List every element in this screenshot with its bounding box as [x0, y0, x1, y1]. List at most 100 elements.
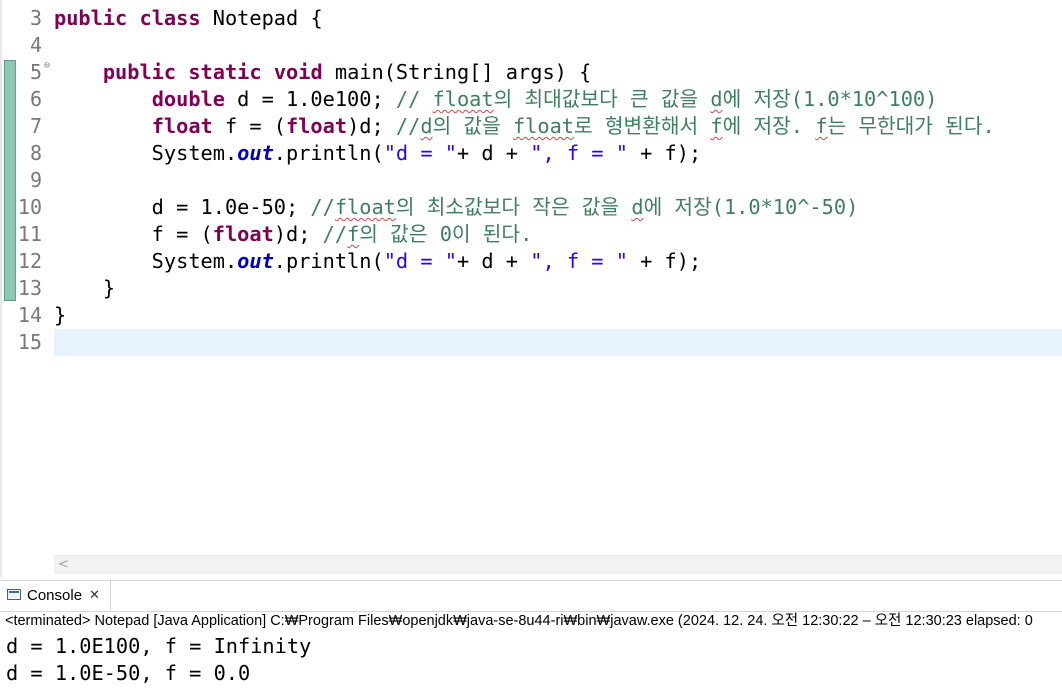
- code-token: //: [310, 195, 335, 219]
- code-token: d = 1.0e100;: [224, 87, 396, 111]
- code-line[interactable]: [54, 329, 1062, 356]
- code-token: main(String[] args) {: [322, 60, 592, 84]
- code-token: System.: [54, 141, 238, 165]
- line-number: 12: [17, 249, 42, 273]
- code-token: //: [322, 222, 348, 246]
- code-token: float: [286, 114, 348, 138]
- console-tab-label: Console: [27, 587, 83, 604]
- code-token: + f);: [627, 249, 702, 273]
- code-token: + d +: [456, 141, 531, 165]
- line-number: 6: [29, 87, 42, 111]
- line-number: 10: [17, 195, 42, 219]
- line-number: 15: [17, 330, 42, 354]
- code-token: .println(: [273, 141, 384, 165]
- code-token: float: [512, 114, 575, 138]
- code-token: .println(: [273, 249, 384, 273]
- code-token: class: [139, 6, 201, 30]
- fold-collapse-icon[interactable]: ⊖: [44, 61, 50, 71]
- code-token: Notepad {: [200, 6, 323, 30]
- code-line[interactable]: public class Notepad {: [54, 5, 1062, 32]
- code-token: }: [54, 276, 116, 300]
- code-token: "d = ": [383, 141, 457, 165]
- code-line[interactable]: }: [54, 302, 1062, 329]
- code-token: //: [395, 114, 421, 138]
- code-token: d: [631, 195, 644, 219]
- code-token: public: [102, 60, 177, 84]
- console-process-status: <terminated> Notepad [Java Application] …: [5, 613, 1033, 629]
- code-line[interactable]: f = (float)d; //f의 값은 0이 된다.: [54, 221, 1062, 248]
- code-line[interactable]: }: [54, 275, 1062, 302]
- code-token: 로 형변환해서: [574, 114, 711, 138]
- code-token: 의 최소값보다 작은 값을: [395, 195, 632, 219]
- code-editor[interactable]: 3 4 5 ⊖ 6 7 8 9 10 11 12 13 14 15 public class Notepa…: [0, 0, 1062, 577]
- code-token: ", f = ": [530, 141, 628, 165]
- code-token: 의 값은 0이 된다.: [359, 222, 533, 246]
- code-line[interactable]: [54, 32, 1062, 59]
- line-number: 13: [17, 276, 42, 300]
- tab-console[interactable]: Console ✕: [0, 581, 111, 610]
- line-number: 9: [29, 168, 42, 192]
- code-token: float: [151, 114, 213, 138]
- line-number: 4: [29, 33, 42, 57]
- code-token: f = (: [54, 222, 213, 246]
- code-token: + f);: [627, 141, 702, 165]
- code-line[interactable]: System.out.println("d = "+ d + ", f = " …: [54, 248, 1062, 275]
- code-token: d: [420, 114, 433, 138]
- code-line[interactable]: float f = (float)d; //d의 값을 float로 형변환해서…: [54, 113, 1062, 140]
- code-token: f: [347, 222, 360, 246]
- code-token: f: [710, 114, 723, 138]
- code-token: double: [151, 87, 225, 111]
- code-token: float: [432, 87, 494, 111]
- code-line[interactable]: System.out.println("d = "+ d + ", f = " …: [54, 140, 1062, 167]
- code-token: 에 저장(1.0*10^-50): [643, 195, 859, 219]
- line-number: 11: [17, 222, 42, 246]
- code-token: static: [188, 60, 262, 84]
- code-token: 에 저장.: [722, 114, 816, 138]
- line-number: 3: [29, 6, 42, 30]
- code-token: + d +: [456, 249, 531, 273]
- code-area[interactable]: public class Notepad { public static voi…: [54, 5, 1062, 356]
- close-icon[interactable]: ✕: [89, 581, 100, 611]
- code-token: )d;: [347, 114, 396, 138]
- code-token: f: [815, 114, 828, 138]
- code-token: //: [395, 87, 433, 111]
- code-token: System.: [54, 249, 238, 273]
- code-token: f = (: [212, 114, 287, 138]
- code-line[interactable]: d = 1.0e-50; //float의 최소값보다 작은 값을 d에 저장(…: [54, 194, 1062, 221]
- scroll-left-arrow-icon[interactable]: <: [58, 556, 69, 574]
- code-token: 의 값을: [432, 114, 513, 138]
- console-output-line: d = 1.0E-50, f = 0.0: [6, 661, 251, 685]
- console-output-line: d = 1.0E100, f = Infinity: [6, 634, 312, 658]
- code-token: d: [710, 87, 723, 111]
- line-number-gutter[interactable]: 3 4 5 ⊖ 6 7 8 9 10 11 12 13 14 15: [0, 5, 50, 356]
- code-line[interactable]: public static void main(String[] args) {: [54, 59, 1062, 86]
- horizontal-scrollbar[interactable]: <: [54, 555, 1062, 574]
- code-token: out: [237, 141, 274, 165]
- line-number: 7: [29, 114, 42, 138]
- code-token: )d;: [273, 222, 323, 246]
- code-token: ", f = ": [530, 249, 628, 273]
- line-number: 8: [29, 141, 42, 165]
- code-line[interactable]: double d = 1.0e100; // float의 최대값보다 큰 값을…: [54, 86, 1062, 113]
- code-token: out: [237, 249, 274, 273]
- code-line[interactable]: [54, 167, 1062, 194]
- code-token: "d = ": [383, 249, 457, 273]
- line-number: 14: [17, 303, 42, 327]
- code-token: 는 무한대가 된다.: [827, 114, 995, 138]
- code-token: }: [54, 303, 67, 327]
- console-output[interactable]: d = 1.0E100, f = Infinity d = 1.0E-50, f …: [6, 633, 1062, 687]
- code-token: float: [212, 222, 274, 246]
- code-token: void: [273, 60, 323, 84]
- line-number: 5 ⊖: [29, 60, 50, 84]
- code-token: 의 최대값보다 큰 값을: [493, 87, 711, 111]
- console-view-header: Console ✕: [0, 580, 1062, 612]
- console-icon: [7, 589, 21, 600]
- code-token: float: [334, 195, 396, 219]
- code-token: 에 저장(1.0*10^100): [722, 87, 938, 111]
